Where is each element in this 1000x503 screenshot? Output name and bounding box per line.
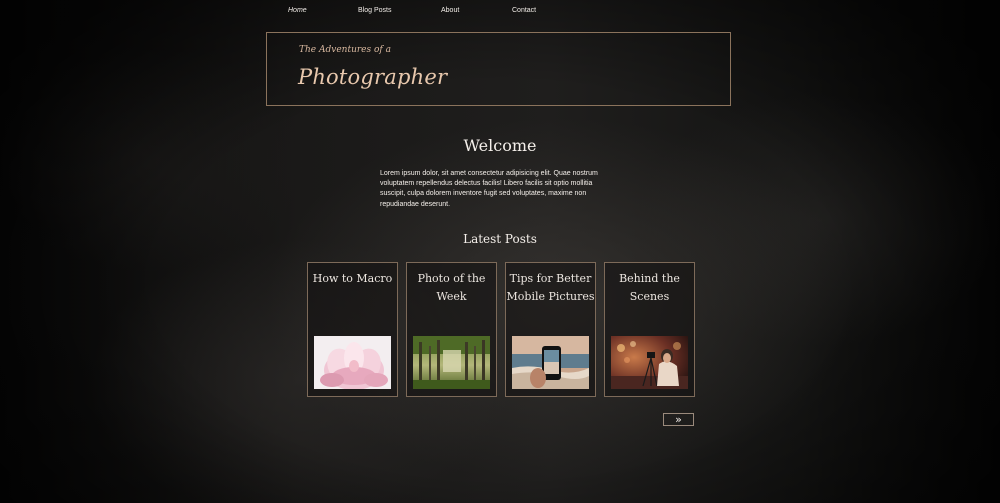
nav-item-about[interactable]: About: [441, 5, 512, 17]
post-card-title: How to Macro: [312, 272, 393, 285]
post-card-photo-of-the-week[interactable]: Photo of the Week: [406, 262, 497, 397]
nav-item-contact[interactable]: Contact: [512, 5, 572, 17]
post-card-title: Behind the Scenes: [619, 272, 680, 303]
top-nav: Home Blog Posts About Contact: [288, 5, 572, 17]
post-card-tips-mobile-pictures[interactable]: Tips for Better Mobile Pictures: [505, 262, 596, 397]
post-card-title: Photo of the Week: [417, 272, 486, 303]
nav-item-home[interactable]: Home: [288, 5, 358, 17]
pink-flower-macro-photo: [314, 336, 391, 389]
site-header: The Adventures of a Photographer: [266, 32, 731, 106]
nav-item-blog-posts[interactable]: Blog Posts: [358, 5, 441, 17]
phone-beach-photo: [512, 336, 589, 389]
welcome-heading: Welcome: [463, 136, 537, 155]
post-card-how-to-macro[interactable]: How to Macro: [307, 262, 398, 397]
post-card-behind-the-scenes[interactable]: Behind the Scenes: [604, 262, 695, 397]
post-card-title: Tips for Better Mobile Pictures: [506, 272, 595, 303]
site-title: Photographer: [298, 65, 448, 89]
site-tagline: The Adventures of a: [299, 45, 391, 55]
next-posts-button[interactable]: »: [663, 413, 694, 426]
latest-posts-heading: Latest Posts: [463, 232, 537, 246]
forest-trees-photo: [413, 336, 490, 389]
photographer-tripod-photo: [611, 336, 688, 389]
welcome-text: Lorem ipsum dolor, sit amet consectetur …: [380, 170, 598, 208]
